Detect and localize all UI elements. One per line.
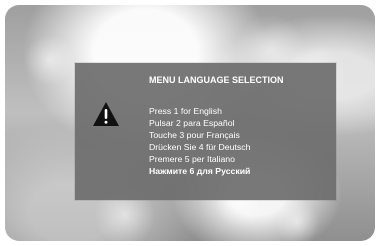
warning-icon: [92, 101, 120, 127]
background-screen: MENU LANGUAGE SELECTION Press 1 for Engl…: [5, 5, 375, 241]
language-option-german[interactable]: Drücken Sie 4 für Deutsch: [149, 141, 250, 153]
page: MENU LANGUAGE SELECTION Press 1 for Engl…: [0, 0, 381, 246]
language-option-english[interactable]: Press 1 for English: [149, 105, 250, 117]
language-option-italian[interactable]: Premere 5 per Italiano: [149, 153, 250, 165]
language-option-russian[interactable]: Нажмите 6 для Русский: [149, 165, 250, 177]
language-option-french[interactable]: Touche 3 pour Français: [149, 129, 250, 141]
background-bokeh-4: [275, 200, 319, 241]
language-option-spanish[interactable]: Pulsar 2 para Español: [149, 117, 250, 129]
dialog-title: MENU LANGUAGE SELECTION: [149, 75, 284, 85]
background-bokeh-5: [25, 35, 75, 85]
language-options-list: Press 1 for English Pulsar 2 para Españo…: [149, 105, 250, 177]
